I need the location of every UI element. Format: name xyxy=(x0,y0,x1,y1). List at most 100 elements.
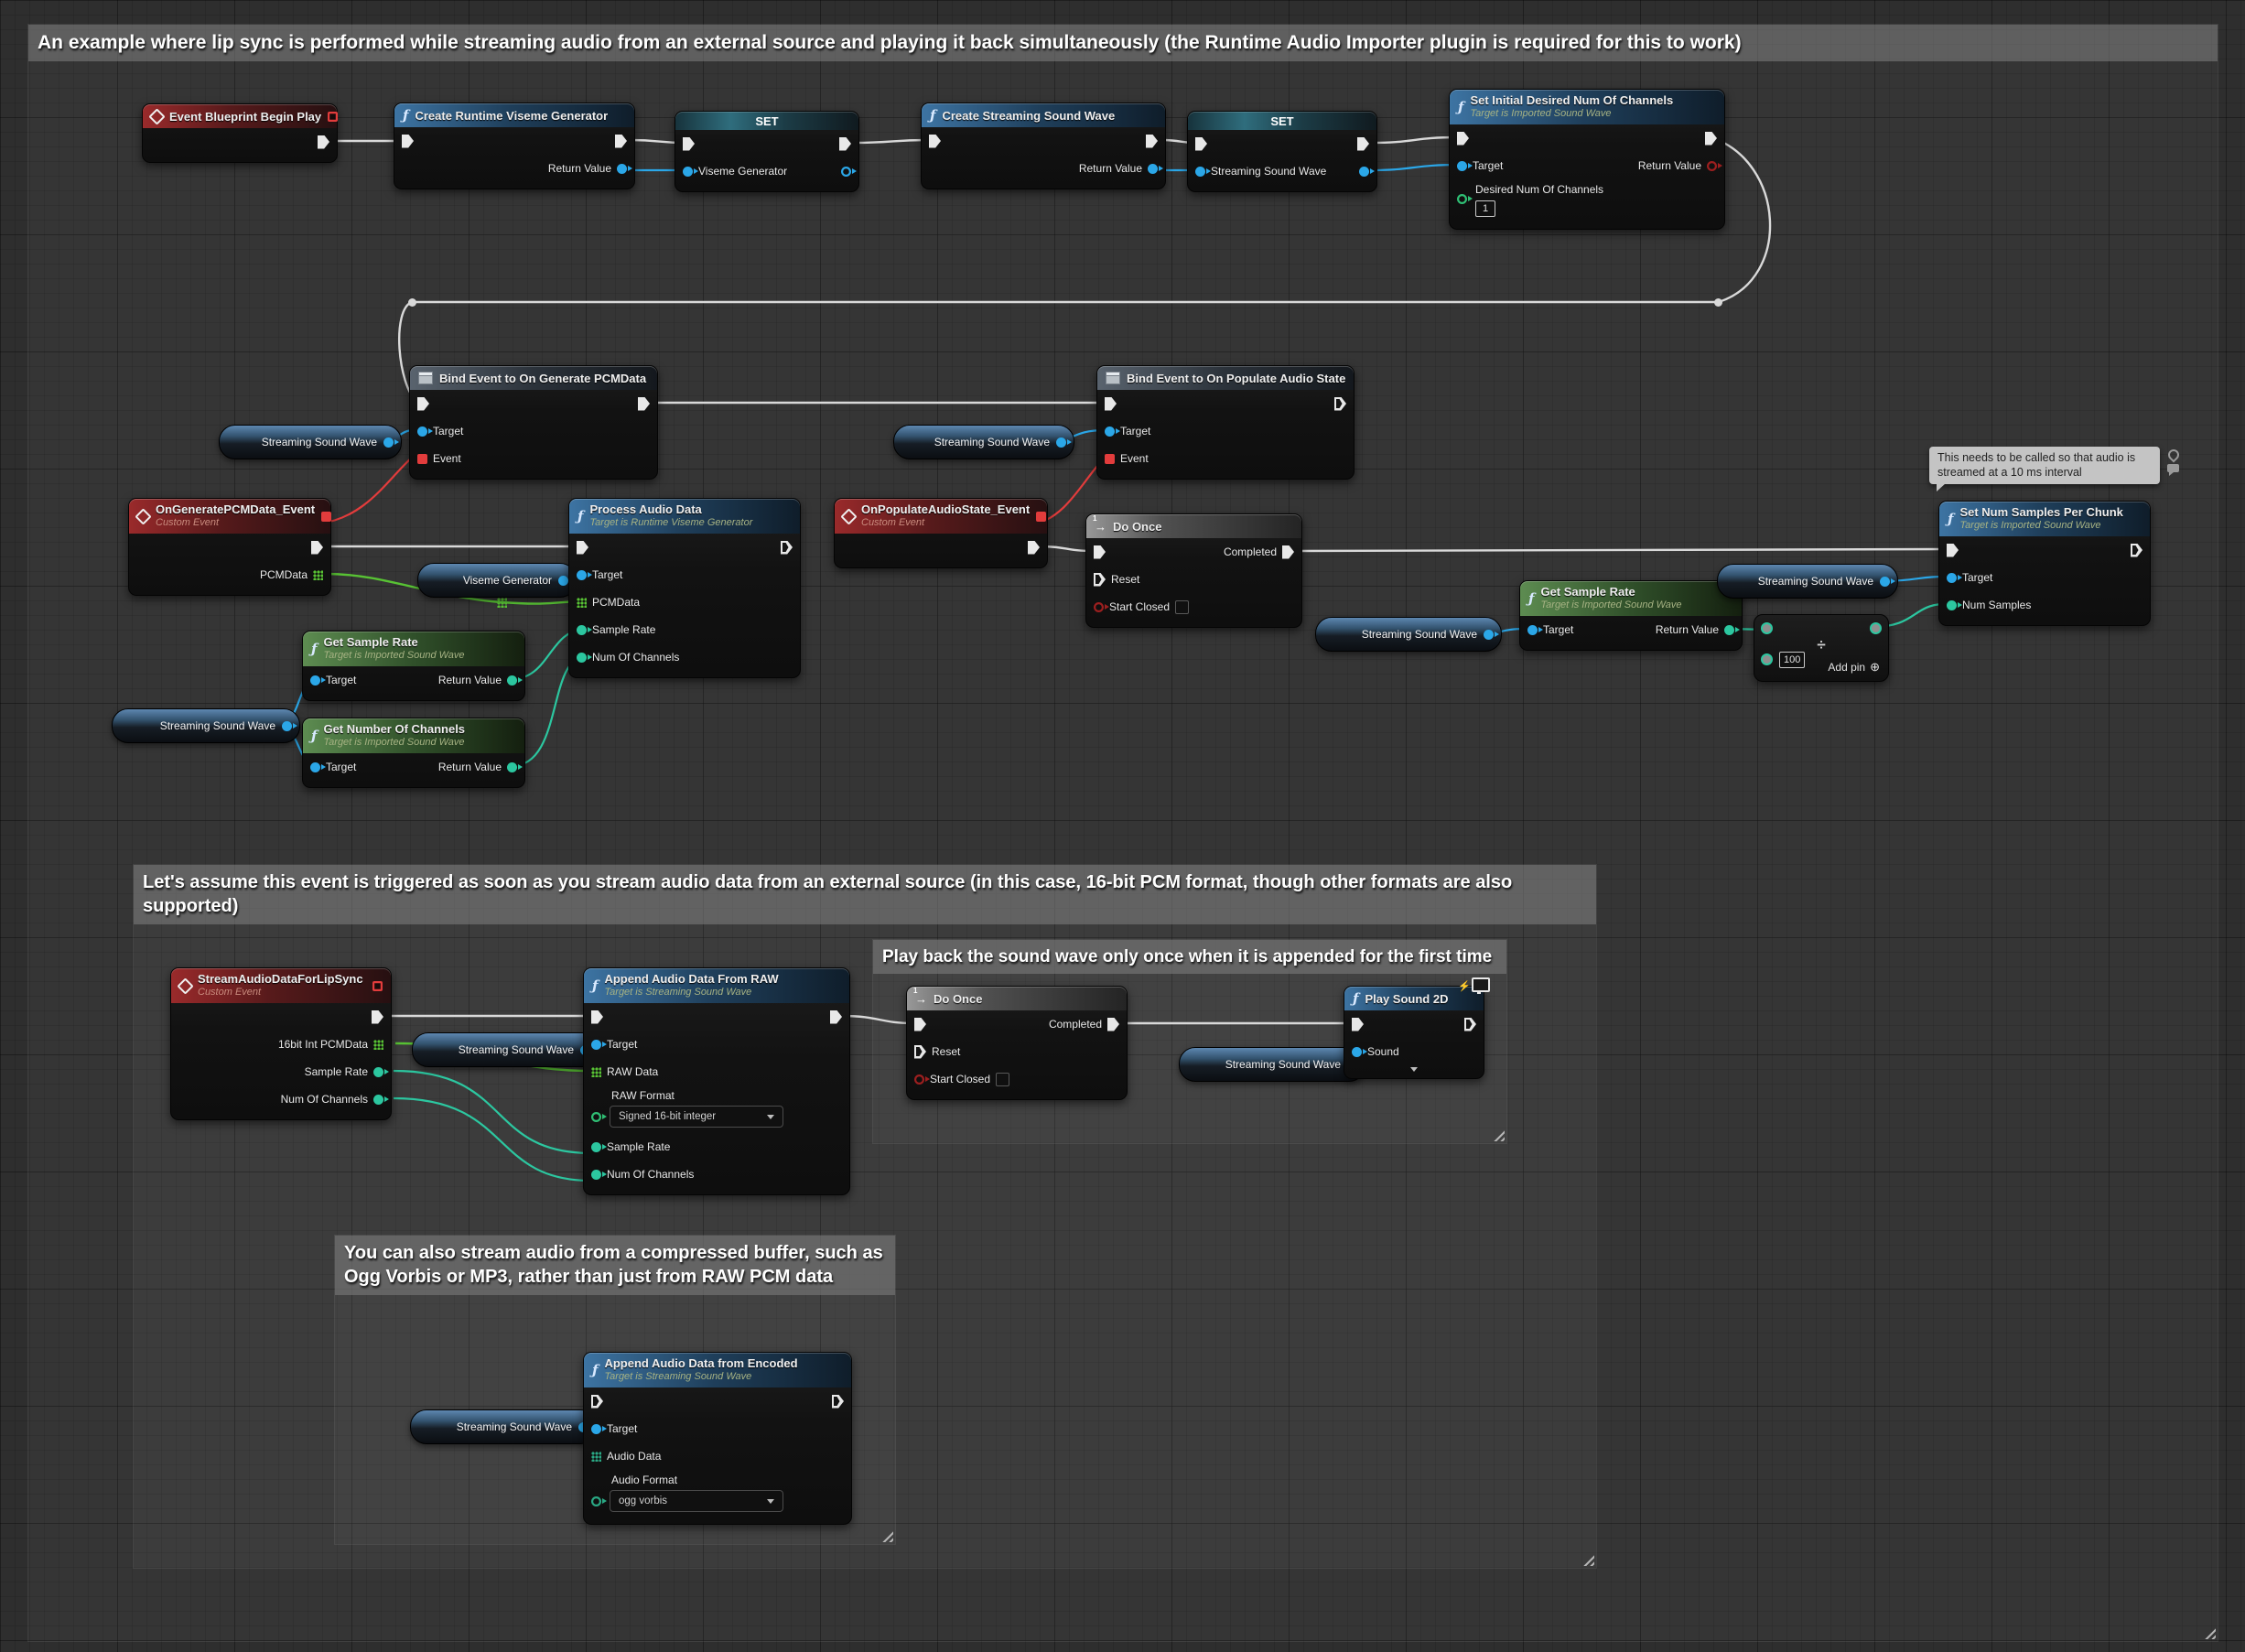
start-closed-checkbox[interactable] xyxy=(996,1073,1009,1086)
comment-compressed-title[interactable]: You can also stream audio from a compres… xyxy=(335,1236,895,1295)
raw-format-pin[interactable] xyxy=(591,1112,601,1122)
exec-out-pin[interactable] xyxy=(1464,1018,1476,1031)
pin-icon[interactable] xyxy=(2165,448,2181,463)
note-bubble[interactable]: This needs to be called so that audio is… xyxy=(1929,447,2160,484)
pill-streaming-sound-wave-7[interactable]: Streaming Sound Wave xyxy=(1179,1047,1365,1082)
return-value-pin[interactable] xyxy=(507,675,517,686)
start-closed-pin[interactable] xyxy=(914,1074,924,1085)
num-samples-pin[interactable] xyxy=(1947,600,1957,610)
exec-out-pin[interactable] xyxy=(1028,541,1040,555)
exec-in-pin[interactable] xyxy=(914,1018,926,1031)
node-event-begin-play[interactable]: Event Blueprint Begin Play xyxy=(142,103,338,163)
event-delegate-pin[interactable] xyxy=(417,454,427,464)
pill-viseme-generator[interactable]: Viseme Generator xyxy=(417,563,577,598)
num-channels-pin[interactable] xyxy=(591,1170,601,1180)
exec-in-pin[interactable] xyxy=(1094,545,1106,559)
exec-in-pin[interactable] xyxy=(683,137,695,151)
target-pin[interactable] xyxy=(577,570,587,580)
sample-rate-pin[interactable] xyxy=(591,1142,601,1152)
pill-streaming-sound-wave-1[interactable]: Streaming Sound Wave xyxy=(219,425,402,459)
exec-out-pin[interactable] xyxy=(372,1010,383,1024)
pill-streaming-sound-wave-5[interactable]: Streaming Sound Wave xyxy=(1717,564,1898,599)
value-out-pin[interactable] xyxy=(1880,577,1890,587)
exec-out-pin[interactable] xyxy=(318,135,329,149)
exec-out-pin[interactable] xyxy=(615,135,627,148)
pcmdata-array-pin[interactable] xyxy=(373,1040,383,1050)
node-bind-event-generate-pcmdata[interactable]: Bind Event to On Generate PCMData Target… xyxy=(409,365,658,480)
exec-out-pin[interactable] xyxy=(1334,397,1346,411)
exec-out-pin[interactable] xyxy=(830,1010,842,1024)
start-closed-checkbox[interactable] xyxy=(1175,600,1189,614)
node-do-once-2[interactable]: → Do Once Completed Reset Start Closed xyxy=(906,986,1128,1100)
resize-handle-icon[interactable] xyxy=(880,1528,893,1542)
divide-output-pin[interactable] xyxy=(1870,622,1882,634)
desired-num-channels-input[interactable]: 1 xyxy=(1475,200,1495,217)
return-value-pin[interactable] xyxy=(1724,625,1734,635)
comment-main-title[interactable]: An example where lip sync is performed w… xyxy=(28,25,2218,61)
node-set-initial-desired-num-channels[interactable]: ƒ Set Initial Desired Num Of Channels Ta… xyxy=(1449,89,1725,230)
exec-out-pin[interactable] xyxy=(1357,137,1369,151)
add-pin-button[interactable]: Add pin⊕ xyxy=(1828,660,1880,675)
value-in-pin[interactable] xyxy=(1195,167,1205,177)
exec-in-pin[interactable] xyxy=(1947,544,1959,557)
exec-in-pin[interactable] xyxy=(1352,1018,1364,1031)
return-value-pin[interactable] xyxy=(1707,161,1717,171)
value-out-pin[interactable] xyxy=(841,167,851,177)
node-stream-audio-data-for-lipsync[interactable]: StreamAudioDataForLipSync Custom Event 1… xyxy=(170,967,392,1120)
target-pin[interactable] xyxy=(310,762,320,772)
raw-data-array-pin[interactable] xyxy=(591,1067,601,1077)
exec-out-pin[interactable] xyxy=(832,1395,844,1409)
raw-format-dropdown[interactable]: Signed 16-bit integer xyxy=(610,1106,783,1128)
target-pin[interactable] xyxy=(310,675,320,686)
target-pin[interactable] xyxy=(1527,625,1538,635)
completed-exec-pin[interactable] xyxy=(1107,1018,1119,1031)
exec-out-pin[interactable] xyxy=(311,541,323,555)
exec-out-pin[interactable] xyxy=(1146,135,1158,148)
exec-in-pin[interactable] xyxy=(929,135,941,148)
node-process-audio-data[interactable]: ƒ Process Audio Data Target is Runtime V… xyxy=(568,498,801,678)
exec-in-pin[interactable] xyxy=(591,1010,603,1024)
exec-in-pin[interactable] xyxy=(417,397,429,411)
node-onpopulate-audiostate-event[interactable]: OnPopulateAudioState_Event Custom Event xyxy=(834,498,1048,568)
reset-exec-pin[interactable] xyxy=(914,1045,926,1059)
divide-input-b-pin[interactable] xyxy=(1761,653,1773,665)
target-pin[interactable] xyxy=(1947,573,1957,583)
audio-format-dropdown[interactable]: ogg vorbis xyxy=(610,1490,783,1512)
delegate-pin[interactable] xyxy=(328,112,338,122)
exec-out-pin[interactable] xyxy=(1705,132,1717,146)
value-out-pin[interactable] xyxy=(282,721,292,731)
node-get-sample-rate-2[interactable]: ƒ Get Sample Rate Target is Imported Sou… xyxy=(1519,580,1743,651)
target-pin[interactable] xyxy=(1457,161,1467,171)
pill-streaming-sound-wave-4[interactable]: Streaming Sound Wave xyxy=(1315,617,1502,652)
node-create-streaming-sound-wave[interactable]: ƒ Create Streaming Sound Wave Return Val… xyxy=(921,103,1166,189)
event-delegate-pin[interactable] xyxy=(1105,454,1115,464)
node-append-audio-data-from-encoded[interactable]: ƒ Append Audio Data from Encoded Target … xyxy=(583,1352,852,1525)
delegate-pin[interactable] xyxy=(321,512,331,522)
divide-value-input[interactable]: 100 xyxy=(1779,652,1805,668)
exec-out-pin[interactable] xyxy=(781,541,793,555)
reroute-node[interactable] xyxy=(1714,298,1722,307)
blueprint-graph-canvas[interactable]: An example where lip sync is performed w… xyxy=(0,0,2245,1652)
reroute-node-array[interactable] xyxy=(497,598,507,608)
resize-handle-icon[interactable] xyxy=(2202,1625,2216,1639)
advanced-chevron-icon[interactable] xyxy=(1410,1067,1418,1072)
node-play-sound-2d[interactable]: ⚡ ƒ Play Sound 2D Sound xyxy=(1344,986,1484,1079)
exec-out-pin[interactable] xyxy=(2131,544,2142,557)
return-value-pin[interactable] xyxy=(507,762,517,772)
node-create-runtime-viseme-generator[interactable]: ƒ Create Runtime Viseme Generator Return… xyxy=(394,103,635,189)
delegate-pin[interactable] xyxy=(372,981,383,991)
node-ongenerate-pcmdata-event[interactable]: OnGeneratePCMData_Event Custom Event PCM… xyxy=(128,498,331,596)
node-bind-event-populate-audio-state[interactable]: Bind Event to On Populate Audio State Ta… xyxy=(1096,365,1355,480)
pill-streaming-sound-wave-3[interactable]: Streaming Sound Wave xyxy=(112,708,300,743)
desired-num-channels-pin[interactable] xyxy=(1457,194,1467,204)
target-pin[interactable] xyxy=(1105,426,1115,437)
exec-in-pin[interactable] xyxy=(577,541,588,555)
pill-streaming-sound-wave-2[interactable]: Streaming Sound Wave xyxy=(893,425,1074,459)
sample-rate-pin[interactable] xyxy=(577,625,587,635)
resize-handle-icon[interactable] xyxy=(1491,1128,1505,1141)
audio-format-pin[interactable] xyxy=(591,1496,601,1506)
exec-out-pin[interactable] xyxy=(839,137,851,151)
target-pin[interactable] xyxy=(591,1424,601,1434)
value-out-pin[interactable] xyxy=(1484,630,1494,640)
node-set-viseme-generator[interactable]: SET Viseme Generator xyxy=(675,111,859,192)
